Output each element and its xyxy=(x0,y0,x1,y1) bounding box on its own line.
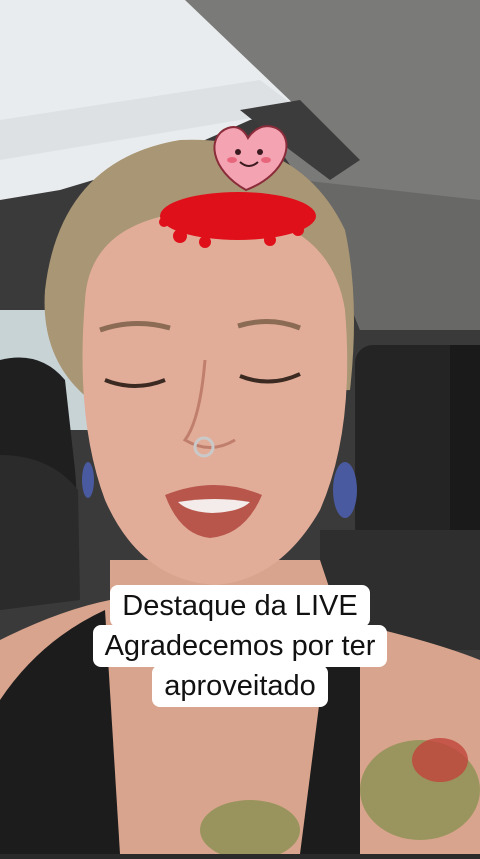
video-caption: Destaque da LIVE Agradecemos por ter apr… xyxy=(0,585,480,707)
tattoo-flower xyxy=(412,738,468,782)
small-heart xyxy=(159,217,169,227)
left-earring xyxy=(82,462,94,498)
smiling-heart-sticker-icon xyxy=(159,125,316,248)
heart-blush-left xyxy=(227,157,237,163)
smiling-heart xyxy=(213,125,288,192)
right-seat-edge xyxy=(450,345,480,545)
heart-blush-right xyxy=(261,157,271,163)
caption-line-3: aproveitado xyxy=(152,665,328,707)
caption-line-2: Agradecemos por ter xyxy=(92,625,388,667)
heart-eye-right xyxy=(257,149,263,155)
caption-line-1: Destaque da LIVE xyxy=(110,585,370,627)
video-frame: Destaque da LIVE Agradecemos por ter apr… xyxy=(0,0,480,859)
small-heart xyxy=(264,234,276,246)
small-heart xyxy=(199,236,211,248)
small-heart xyxy=(292,224,304,236)
heart-eye-left xyxy=(235,149,241,155)
small-heart xyxy=(173,229,187,243)
earring xyxy=(333,462,357,518)
